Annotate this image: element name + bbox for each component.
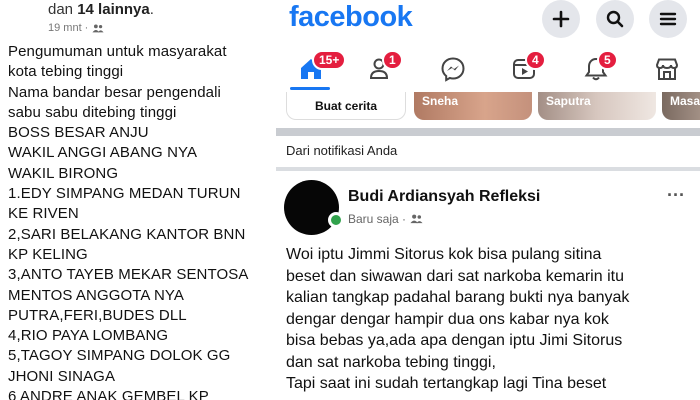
- main-nav: 15+ 1 4 5: [276, 46, 700, 92]
- post-line: sabu sabu ditebing tinggi: [8, 103, 177, 121]
- home-badge: 15+: [312, 50, 347, 70]
- reactions-summary[interactable]: dan 14 lainnya.: [48, 1, 154, 18]
- post-line: 3,ANTO TAYEB MEKAR SENTOSA: [8, 266, 249, 284]
- post-line: 2,SARI BELAKANG KANTOR BNN: [8, 225, 246, 243]
- post-line: PUTRA,FERI,BUDES DLL: [8, 306, 187, 324]
- story-name: Sneha: [422, 94, 459, 108]
- section-separator-thin: [276, 167, 700, 171]
- post-timestamp: Baru saja ·: [348, 212, 423, 226]
- tagline-prefix: dan: [48, 1, 78, 18]
- post-line: BOSS BESAR ANJU: [8, 124, 149, 142]
- post-body-line: kalian tangkap padahal barang bukti nya …: [286, 289, 630, 306]
- post-line: 5,TAGOY SIMPANG DOLOK GG: [8, 347, 231, 365]
- section-separator: [276, 128, 700, 136]
- post-line: KE RIVEN: [8, 205, 79, 223]
- post-body-line: bisa bebas ya,ada apa dengan iptu Jimi S…: [286, 332, 623, 349]
- post-body-line: Woi iptu Jimmi Sitorus kok bisa pulang s…: [286, 246, 602, 263]
- hamburger-menu-icon: [659, 12, 677, 26]
- post-line: WAKIL ANGGI ABANG NYA: [8, 144, 198, 162]
- post-line: JHONI SINAGA: [8, 367, 116, 385]
- tab-notifications[interactable]: 5: [581, 50, 618, 84]
- marketplace-icon: [655, 58, 679, 80]
- post-line: kota tebing tinggi: [8, 63, 124, 81]
- tagline-others-count[interactable]: 14 lainnya: [77, 1, 150, 18]
- create-button[interactable]: [542, 0, 580, 38]
- search-button[interactable]: [596, 0, 634, 38]
- story-card[interactable]: Saputra: [538, 92, 656, 120]
- post-line: Nama bandar besar pengendali: [8, 83, 221, 101]
- notifications-badge: 5: [597, 50, 618, 70]
- create-story-button[interactable]: Buat cerita: [286, 92, 406, 120]
- facebook-logo[interactable]: facebook: [289, 1, 413, 34]
- post-body-line: beset dan siwawan dari sat narkoba kemar…: [286, 267, 624, 285]
- post-line: 6 ANDRE ANAK GEMBEL KP: [8, 388, 209, 400]
- tab-messenger[interactable]: [438, 54, 468, 84]
- more-options-button[interactable]: ···: [664, 186, 688, 208]
- online-status-dot: [328, 212, 344, 228]
- friends-audience-icon: [92, 23, 104, 32]
- tagline-suffix: .: [149, 1, 154, 18]
- section-label: Dari notifikasi Anda: [286, 143, 398, 158]
- story-name: Saputra: [546, 94, 591, 108]
- messenger-icon: [441, 57, 465, 82]
- post-line: 4,RIO PAYA LOMBANG: [8, 327, 169, 345]
- friends-badge: 1: [382, 50, 403, 70]
- story-name: Masa: [670, 94, 700, 108]
- post-text: Pengumuman untuk masyarakat kota tebing …: [8, 42, 270, 400]
- left-post-panel: dan 14 lainnya. 19 mnt · Pengumuman untu…: [0, 0, 272, 400]
- post-body-line: dan sat narkoba tebing tinggi,: [286, 353, 496, 371]
- tab-friends[interactable]: 1: [366, 50, 403, 84]
- post-body-line: Tapi saat ini sudah tertangkap lagi Tina…: [286, 375, 607, 392]
- active-tab-indicator: [290, 87, 330, 90]
- video-badge: 4: [525, 50, 546, 70]
- tab-marketplace[interactable]: [652, 54, 682, 84]
- tab-home[interactable]: 15+: [296, 50, 347, 84]
- post-body: Woi iptu Jimmi Sitorus kok bisa pulang s…: [286, 244, 698, 395]
- post-line: MENTOS ANGGOTA NYA: [8, 286, 184, 304]
- story-card[interactable]: Masa: [662, 92, 700, 120]
- menu-button[interactable]: [649, 0, 687, 38]
- friends-audience-icon: [410, 214, 423, 224]
- stories-strip: Buat cerita Sneha Saputra Masa: [276, 92, 700, 124]
- post-time[interactable]: 19 mnt ·: [48, 22, 88, 34]
- post-line: WAKIL BIRONG: [8, 164, 119, 182]
- post-author[interactable]: Budi Ardiansyah Refleksi: [348, 188, 540, 206]
- tab-video[interactable]: 4: [509, 50, 546, 84]
- post-body-line: dengar dengar hampir dua ons kabar nya k…: [286, 310, 609, 328]
- post-line: KP KELING: [8, 245, 88, 263]
- story-card[interactable]: Sneha: [414, 92, 532, 120]
- facebook-panel: facebook 15+ 1 4 5 Buat cerita Sneha Sap…: [276, 0, 700, 400]
- post-time[interactable]: Baru saja ·: [348, 212, 406, 226]
- post-line: 1.EDY SIMPANG MEDAN TURUN: [8, 185, 241, 203]
- post-meta: 19 mnt ·: [48, 22, 104, 34]
- search-icon: [606, 10, 624, 28]
- plus-icon: [552, 10, 570, 28]
- post-line: Pengumuman untuk masyarakat: [8, 43, 227, 60]
